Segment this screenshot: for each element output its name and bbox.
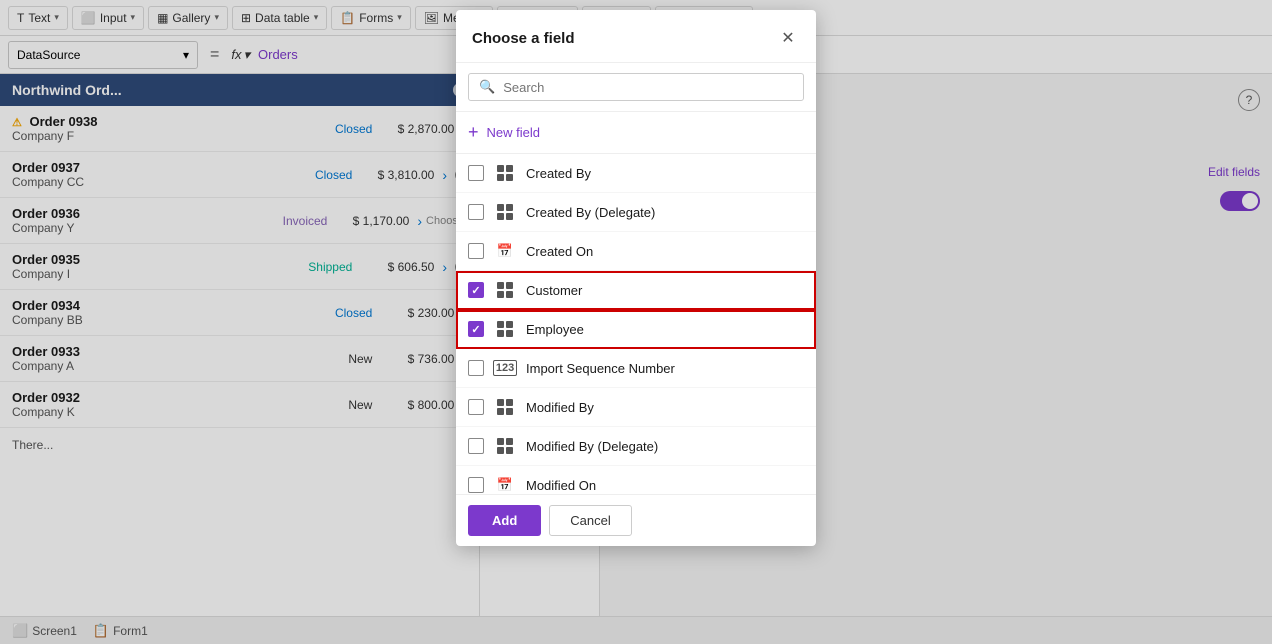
field-checkbox-modified-by-delegate[interactable] xyxy=(468,438,484,454)
field-type-icon-modified-by xyxy=(494,396,516,418)
field-item-created-by[interactable]: Created By xyxy=(456,154,816,193)
search-wrapper: 🔍 xyxy=(468,73,804,101)
field-item-customer[interactable]: Customer xyxy=(456,271,816,310)
search-input[interactable] xyxy=(503,80,793,95)
field-checkbox-customer[interactable] xyxy=(468,282,484,298)
field-checkbox-employee[interactable] xyxy=(468,321,484,337)
field-item-modified-on[interactable]: 📅 Modified On xyxy=(456,466,816,494)
field-checkbox-created-by-delegate[interactable] xyxy=(468,204,484,220)
field-type-icon-modified-on: 📅 xyxy=(494,474,516,494)
field-name-modified-by: Modified By xyxy=(526,400,804,415)
add-button[interactable]: Add xyxy=(468,505,541,536)
field-name-modified-by-delegate: Modified By (Delegate) xyxy=(526,439,804,454)
dialog-title: Choose a field xyxy=(472,30,575,47)
field-checkbox-import-sequence-number[interactable] xyxy=(468,360,484,376)
dialog-footer: Add Cancel xyxy=(456,494,816,546)
field-item-employee[interactable]: Employee xyxy=(456,310,816,349)
number-icon: 123 xyxy=(493,360,517,376)
field-checkbox-modified-on[interactable] xyxy=(468,477,484,493)
dialog-close-button[interactable]: ✕ xyxy=(776,26,800,50)
dialog-fields-list: Created By Created By (Delegate) 📅 Creat xyxy=(456,154,816,494)
field-type-icon-import-sequence-number: 123 xyxy=(494,357,516,379)
field-type-icon-customer xyxy=(494,279,516,301)
grid-icon xyxy=(497,438,513,454)
field-item-created-on[interactable]: 📅 Created On xyxy=(456,232,816,271)
field-type-icon-created-on: 📅 xyxy=(494,240,516,262)
search-icon: 🔍 xyxy=(479,79,495,95)
field-type-icon-employee xyxy=(494,318,516,340)
choose-field-dialog: Choose a field ✕ 🔍 + New field xyxy=(456,10,816,546)
field-checkbox-modified-by[interactable] xyxy=(468,399,484,415)
grid-icon xyxy=(497,282,513,298)
grid-icon xyxy=(497,399,513,415)
grid-icon xyxy=(497,204,513,220)
field-item-import-sequence-number[interactable]: 123 Import Sequence Number xyxy=(456,349,816,388)
grid-icon xyxy=(497,321,513,337)
field-name-created-by: Created By xyxy=(526,166,804,181)
dialog-search-area: 🔍 xyxy=(456,63,816,112)
calendar-icon: 📅 xyxy=(497,243,513,259)
new-field-label: New field xyxy=(487,125,540,140)
grid-icon xyxy=(497,165,513,181)
field-type-icon-created-by-delegate xyxy=(494,201,516,223)
modal-overlay: Choose a field ✕ 🔍 + New field xyxy=(0,0,1272,644)
field-type-icon-modified-by-delegate xyxy=(494,435,516,457)
field-type-icon-created-by xyxy=(494,162,516,184)
field-name-employee: Employee xyxy=(526,322,804,337)
field-name-created-on: Created On xyxy=(526,244,804,259)
field-item-modified-by[interactable]: Modified By xyxy=(456,388,816,427)
field-name-customer: Customer xyxy=(526,283,804,298)
field-name-created-by-delegate: Created By (Delegate) xyxy=(526,205,804,220)
dialog-header: Choose a field ✕ xyxy=(456,10,816,63)
cancel-button[interactable]: Cancel xyxy=(549,505,631,536)
new-field-button[interactable]: + New field xyxy=(456,112,816,154)
field-name-import-sequence-number: Import Sequence Number xyxy=(526,361,804,376)
new-field-plus-icon: + xyxy=(468,122,479,143)
field-name-modified-on: Modified On xyxy=(526,478,804,493)
calendar-icon: 📅 xyxy=(497,477,513,493)
field-item-modified-by-delegate[interactable]: Modified By (Delegate) xyxy=(456,427,816,466)
field-item-created-by-delegate[interactable]: Created By (Delegate) xyxy=(456,193,816,232)
field-checkbox-created-on[interactable] xyxy=(468,243,484,259)
field-checkbox-created-by[interactable] xyxy=(468,165,484,181)
